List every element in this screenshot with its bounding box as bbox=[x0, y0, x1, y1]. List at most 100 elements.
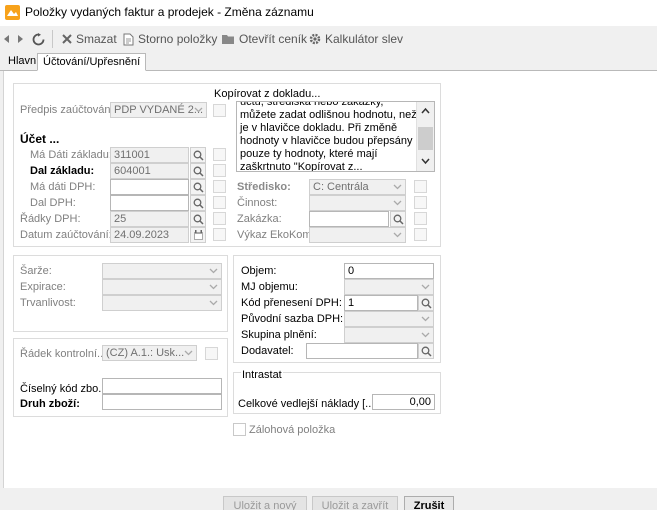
chevron-down-icon bbox=[209, 268, 218, 274]
sarze-label: Šarže: bbox=[20, 265, 52, 277]
chevron-down-icon bbox=[421, 158, 430, 165]
dal-dph-checkbox[interactable] bbox=[213, 196, 226, 209]
expirace-label: Expirace: bbox=[20, 281, 66, 293]
ma-dati-dph-label: Má dáti DPH: bbox=[30, 181, 96, 193]
search-icon bbox=[421, 298, 432, 309]
dal-dph-label: Dal DPH: bbox=[30, 197, 76, 209]
ma-dati-dph-input[interactable] bbox=[110, 179, 189, 195]
title-bar: Položky vydaných faktur a prodejek - Změ… bbox=[0, 0, 657, 26]
chevron-down-icon bbox=[421, 284, 430, 290]
mj-objemu-label: MJ objemu: bbox=[241, 281, 298, 293]
chevron-down-icon bbox=[421, 316, 430, 322]
dal-zakladu-checkbox[interactable] bbox=[213, 164, 226, 177]
datum-label: Datum zaúčtování: bbox=[20, 229, 112, 241]
dodavatel-label: Dodavatel: bbox=[241, 345, 294, 357]
memo-scrollbar[interactable] bbox=[416, 102, 434, 171]
trvanlivost-select[interactable] bbox=[102, 295, 222, 311]
chevron-down-icon bbox=[393, 184, 402, 190]
predpis-copy-checkbox[interactable] bbox=[213, 104, 226, 117]
vykaz-select[interactable] bbox=[309, 227, 406, 243]
dodavatel-input[interactable] bbox=[306, 343, 418, 359]
refresh-icon[interactable] bbox=[32, 30, 45, 48]
datum-picker[interactable] bbox=[190, 227, 206, 243]
vedlejsi-naklady-input[interactable]: 0,00 bbox=[372, 394, 435, 410]
objem-input[interactable]: 0 bbox=[344, 263, 434, 279]
kod-preneseni-lookup[interactable] bbox=[418, 295, 434, 311]
calendar-icon bbox=[194, 230, 203, 240]
predpis-select[interactable]: PDP VYDANÉ 2... bbox=[110, 102, 207, 118]
predpis-label: Předpis zaúčtování: bbox=[20, 104, 117, 116]
dal-dph-lookup[interactable] bbox=[190, 195, 206, 211]
dal-zakladu-label: Dal základu: bbox=[30, 165, 95, 177]
ma-dati-dph-lookup[interactable] bbox=[190, 179, 206, 195]
document-icon bbox=[123, 33, 134, 45]
datum-checkbox[interactable] bbox=[213, 228, 226, 241]
trvanlivost-label: Trvanlivost: bbox=[20, 297, 76, 309]
open-pricelist-button[interactable]: Otevřít ceník bbox=[222, 30, 307, 48]
search-icon bbox=[421, 346, 432, 357]
radek-kontrolni-checkbox[interactable] bbox=[205, 347, 218, 360]
radky-dph-lookup[interactable] bbox=[190, 211, 206, 227]
dal-dph-input[interactable] bbox=[110, 195, 189, 211]
puvodni-sazba-select[interactable] bbox=[344, 311, 434, 327]
zakazka-lookup[interactable] bbox=[390, 211, 406, 227]
ma-dati-zakladu-checkbox[interactable] bbox=[213, 148, 226, 161]
skupina-plneni-label: Skupina plnění: bbox=[241, 329, 317, 341]
ma-dati-zakladu-input[interactable]: 311001 bbox=[110, 147, 189, 163]
skupina-plneni-select[interactable] bbox=[344, 327, 434, 343]
app-icon bbox=[5, 5, 20, 20]
zakazka-label: Zakázka: bbox=[237, 213, 282, 225]
chevron-down-icon bbox=[209, 300, 218, 306]
ma-dati-dph-checkbox[interactable] bbox=[213, 180, 226, 193]
radky-dph-checkbox[interactable] bbox=[213, 212, 226, 225]
window-title: Položky vydaných faktur a prodejek - Změ… bbox=[25, 5, 314, 19]
zalohova-label: Zálohová položka bbox=[249, 424, 336, 436]
intrastat-heading: Intrastat bbox=[241, 369, 283, 381]
stredisko-checkbox[interactable] bbox=[414, 180, 427, 193]
delete-button[interactable]: Smazat bbox=[62, 30, 117, 48]
copy-heading: Kopírovat z dokladu... bbox=[214, 88, 321, 100]
datum-input[interactable]: 24.09.2023 bbox=[110, 227, 189, 243]
zakazka-checkbox[interactable] bbox=[414, 212, 427, 225]
dal-zakladu-lookup[interactable] bbox=[190, 163, 206, 179]
radek-kontrolni-select[interactable]: (CZ) A.1.: Usk... bbox=[102, 345, 197, 361]
puvodni-sazba-label: Původní sazba DPH: bbox=[241, 313, 344, 325]
search-icon bbox=[193, 214, 204, 225]
save-and-new-button[interactable]: Uložit a nový bbox=[223, 496, 307, 510]
toolbar: Smazat Storno položky Otevřít ceník Kalk… bbox=[0, 26, 657, 52]
cancel-button[interactable]: Zrušit bbox=[404, 496, 454, 510]
objem-label: Objem: bbox=[241, 265, 277, 277]
zakazka-input[interactable] bbox=[309, 211, 389, 227]
storno-button[interactable]: Storno položky bbox=[123, 30, 217, 48]
search-icon bbox=[193, 182, 204, 193]
mj-objemu-select[interactable] bbox=[344, 279, 434, 295]
vykaz-checkbox[interactable] bbox=[414, 228, 427, 241]
prev-record-icon[interactable] bbox=[4, 30, 10, 48]
chevron-down-icon bbox=[421, 332, 430, 338]
search-icon bbox=[393, 214, 404, 225]
stredisko-select[interactable]: C: Centrála bbox=[309, 179, 406, 195]
discount-calculator-button[interactable]: Kalkulátor slev bbox=[309, 30, 403, 48]
ciselny-kod-input[interactable] bbox=[102, 378, 222, 394]
zalohova-checkbox[interactable] bbox=[233, 423, 246, 436]
expirace-select[interactable] bbox=[102, 279, 222, 295]
radky-dph-input[interactable]: 25 bbox=[110, 211, 189, 227]
druh-zbozi-input[interactable] bbox=[102, 394, 222, 410]
sarze-select[interactable] bbox=[102, 263, 222, 279]
next-record-icon[interactable] bbox=[18, 30, 24, 48]
scroll-thumb[interactable] bbox=[418, 127, 433, 150]
copy-help-memo: účtu, střediska nebo zakázky, můžete zad… bbox=[236, 101, 435, 172]
search-icon bbox=[193, 198, 204, 209]
vedlejsi-naklady-label: Celkové vedlejší náklady [... bbox=[238, 398, 375, 410]
toolbar-separator bbox=[52, 30, 53, 48]
dodavatel-lookup[interactable] bbox=[418, 343, 434, 359]
search-icon bbox=[193, 166, 204, 177]
save-and-close-button[interactable]: Uložit a zavřít bbox=[312, 496, 398, 510]
ma-dati-zakladu-lookup[interactable] bbox=[190, 147, 206, 163]
cinnost-checkbox[interactable] bbox=[414, 196, 427, 209]
dal-zakladu-input[interactable]: 604001 bbox=[110, 163, 189, 179]
cinnost-select[interactable] bbox=[309, 195, 406, 211]
chevron-down-icon bbox=[194, 107, 203, 113]
kod-preneseni-input[interactable]: 1 bbox=[344, 295, 418, 311]
tab-uctovani[interactable]: Účtování/Upřesnění bbox=[37, 53, 147, 71]
